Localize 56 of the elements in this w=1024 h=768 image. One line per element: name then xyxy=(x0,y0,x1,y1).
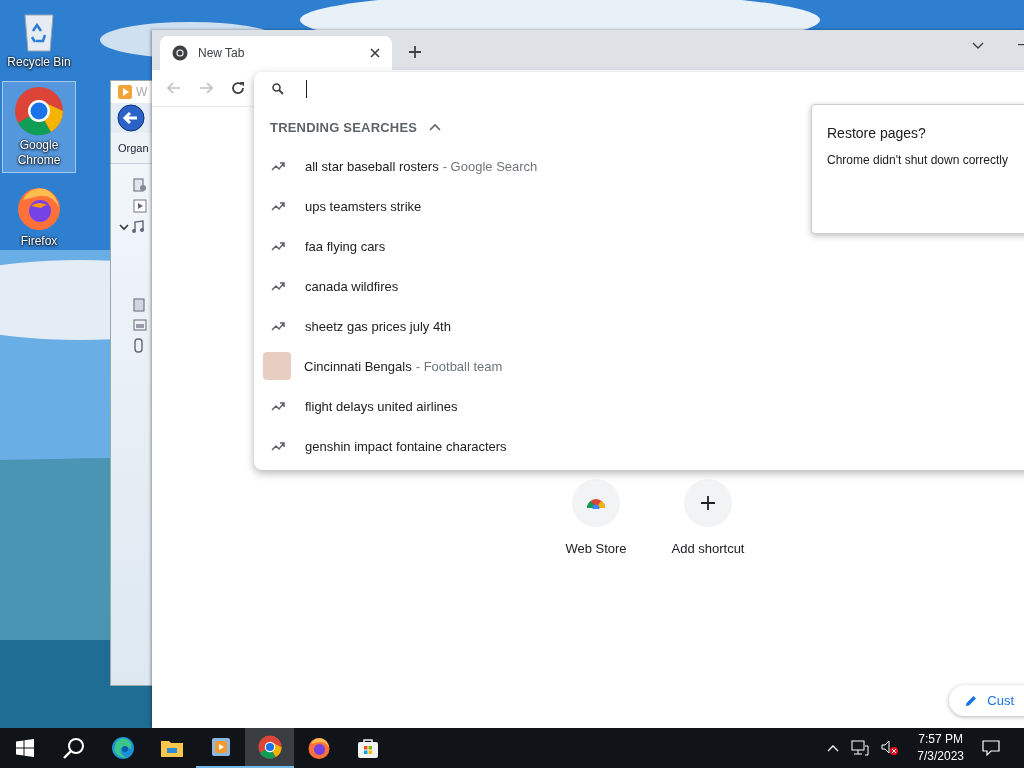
media-player-icon xyxy=(117,84,133,100)
trending-icon xyxy=(271,161,285,171)
search-icon xyxy=(272,83,284,95)
desktop-icon[interactable]: Recycle Bin xyxy=(2,4,76,75)
minimize-icon[interactable] xyxy=(1018,44,1024,46)
network-icon[interactable] xyxy=(851,740,870,756)
trending-icon xyxy=(271,441,285,451)
chrome-icon xyxy=(257,735,282,759)
text-cursor xyxy=(306,80,307,98)
taskbar-button[interactable] xyxy=(245,728,294,768)
suggestion-item[interactable]: all star baseball rosters - Google Search xyxy=(254,146,791,186)
section-header: TRENDING SEARCHES xyxy=(270,119,418,135)
window-title: W xyxy=(136,85,148,99)
reload-icon[interactable] xyxy=(230,80,246,96)
edge-icon xyxy=(110,736,135,760)
browser-tab[interactable]: New Tab xyxy=(160,36,392,70)
trending-icon xyxy=(271,201,285,211)
media-player-icon xyxy=(210,737,231,757)
new-tab-icon[interactable] xyxy=(408,45,422,59)
dialog-title: Restore pages? xyxy=(827,125,927,141)
suggestion-item[interactable]: Cincinnati Bengals - Football team xyxy=(254,346,791,386)
pencil-icon xyxy=(965,694,978,707)
thumbnail-image xyxy=(263,352,291,380)
search-icon xyxy=(62,737,85,759)
chevron-up-icon[interactable] xyxy=(827,744,840,752)
chevron-icon[interactable] xyxy=(429,123,442,131)
folder-icon xyxy=(160,739,183,757)
customize-button[interactable]: Cust xyxy=(949,685,1024,716)
web-store-icon xyxy=(586,497,606,509)
plus-icon xyxy=(701,496,715,510)
trending-icon xyxy=(271,281,285,291)
suggestion-item[interactable]: ups teamsters strike xyxy=(254,186,791,226)
trending-icon xyxy=(271,241,285,251)
suggestion-item[interactable]: canada wildfires xyxy=(254,266,791,306)
trending-icon xyxy=(271,401,285,411)
chrome-icon xyxy=(14,86,64,136)
muted-speaker-icon[interactable] xyxy=(881,740,900,756)
suggestion-item[interactable]: genshin impact fontaine characters xyxy=(254,426,791,466)
chevron-down-icon[interactable] xyxy=(972,42,984,50)
suggestion-item[interactable]: faa flying cars xyxy=(254,226,791,266)
windows-logo-icon xyxy=(15,739,34,757)
chevron-down-icon[interactable] xyxy=(119,223,129,231)
shortcut-tile[interactable]: Add shortcut xyxy=(654,479,762,556)
desktop-icon[interactable]: Firefox xyxy=(2,179,76,254)
clock[interactable]: 7:57 PM 7/3/2023 xyxy=(917,731,964,765)
firefox-icon xyxy=(306,736,331,760)
dialog-message: Chrome didn't shut down correctly xyxy=(827,153,1010,167)
suggestion-item[interactable]: flight delays united airlines xyxy=(254,386,791,426)
trending-icon xyxy=(271,321,285,331)
store-bag-icon xyxy=(356,737,379,759)
music-note-icon[interactable] xyxy=(131,220,145,234)
close-icon[interactable] xyxy=(370,48,380,58)
suggestion-item[interactable]: sheetz gas prices july 4th xyxy=(254,306,791,346)
notification-icon[interactable] xyxy=(982,740,1000,756)
play-icon[interactable] xyxy=(133,199,147,213)
shortcut-tile[interactable]: Web Store xyxy=(542,479,650,556)
